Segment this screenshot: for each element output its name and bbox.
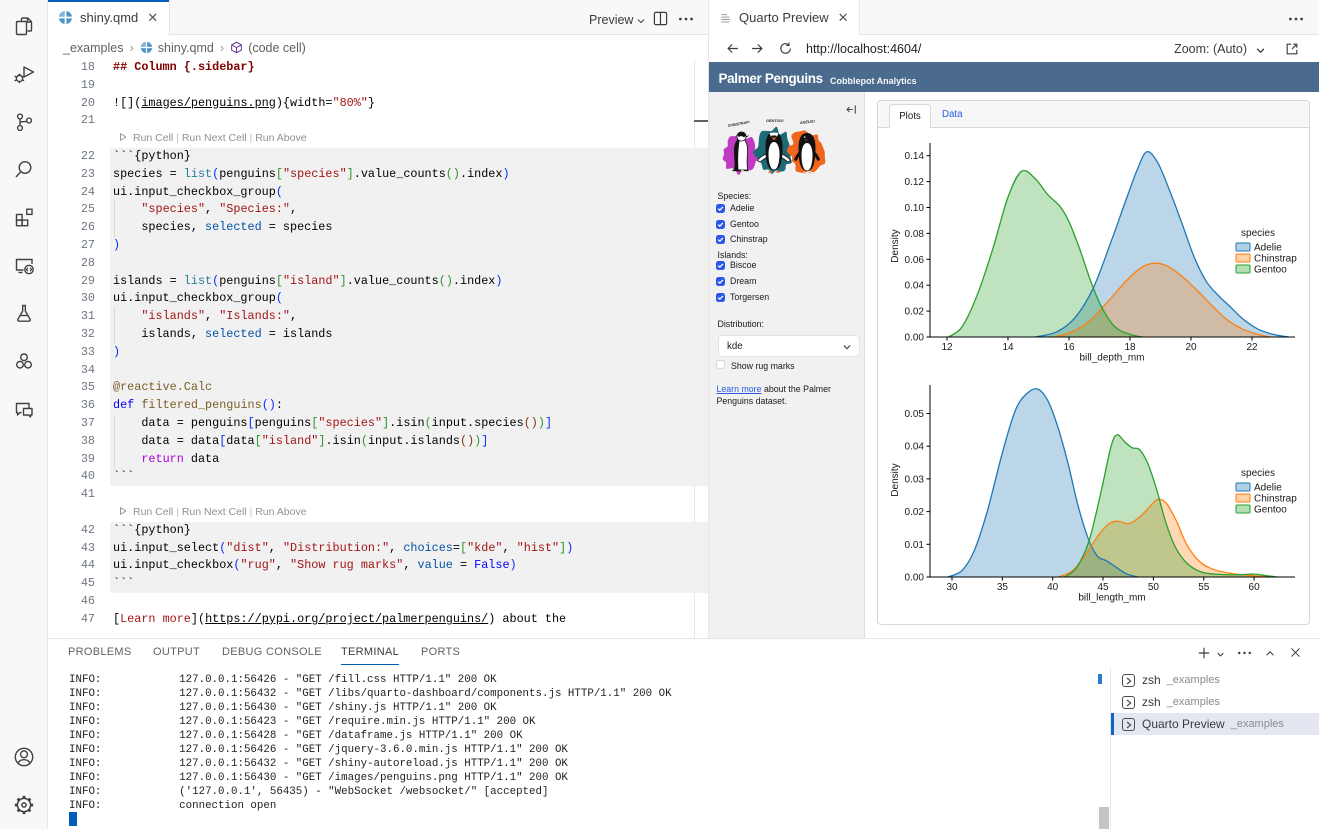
svg-text:0.02: 0.02 xyxy=(905,507,925,518)
svg-text:30: 30 xyxy=(946,582,958,593)
svg-text:GENTOO!: GENTOO! xyxy=(766,119,784,123)
svg-text:50: 50 xyxy=(1148,582,1160,593)
svg-text:55: 55 xyxy=(1198,582,1210,593)
svg-text:22: 22 xyxy=(1246,342,1258,353)
svg-text:0.12: 0.12 xyxy=(905,177,925,188)
svg-text:bill_depth_mm: bill_depth_mm xyxy=(1079,353,1144,364)
svg-text:0.04: 0.04 xyxy=(905,281,925,292)
svg-text:0.01: 0.01 xyxy=(905,540,925,551)
svg-text:35: 35 xyxy=(997,582,1009,593)
svg-text:0.02: 0.02 xyxy=(905,307,925,318)
svg-text:Chinstrap: Chinstrap xyxy=(1254,494,1297,505)
svg-text:Gentoo: Gentoo xyxy=(1254,265,1287,276)
svg-text:60: 60 xyxy=(1249,582,1261,593)
svg-text:0.00: 0.00 xyxy=(905,333,925,344)
svg-text:Adelie: Adelie xyxy=(1254,483,1282,494)
svg-text:ADÉLIE!: ADÉLIE! xyxy=(799,118,816,125)
svg-text:species: species xyxy=(1241,228,1275,239)
svg-text:0.04: 0.04 xyxy=(905,442,925,453)
svg-text:0.14: 0.14 xyxy=(905,151,925,162)
svg-text:18: 18 xyxy=(1124,342,1136,353)
svg-text:Adelie: Adelie xyxy=(1254,243,1282,254)
svg-text:45: 45 xyxy=(1097,582,1109,593)
svg-text:0.10: 0.10 xyxy=(905,203,925,214)
svg-text:0.08: 0.08 xyxy=(905,229,925,240)
svg-text:bill_length_mm: bill_length_mm xyxy=(1078,593,1145,604)
svg-text:species: species xyxy=(1241,468,1275,479)
svg-text:Gentoo: Gentoo xyxy=(1254,505,1287,516)
svg-text:CHINSTRAP!: CHINSTRAP! xyxy=(727,120,750,128)
svg-text:Chinstrap: Chinstrap xyxy=(1254,254,1297,265)
svg-text:Density: Density xyxy=(890,229,901,262)
svg-text:20: 20 xyxy=(1185,342,1197,353)
svg-text:0.05: 0.05 xyxy=(905,409,925,420)
svg-text:14: 14 xyxy=(1002,342,1014,353)
svg-text:Density: Density xyxy=(890,463,901,496)
svg-text:0.03: 0.03 xyxy=(905,474,925,485)
svg-text:12: 12 xyxy=(941,342,953,353)
svg-text:40: 40 xyxy=(1047,582,1059,593)
svg-text:0.00: 0.00 xyxy=(905,573,925,584)
svg-text:0.06: 0.06 xyxy=(905,255,925,266)
svg-text:16: 16 xyxy=(1063,342,1075,353)
